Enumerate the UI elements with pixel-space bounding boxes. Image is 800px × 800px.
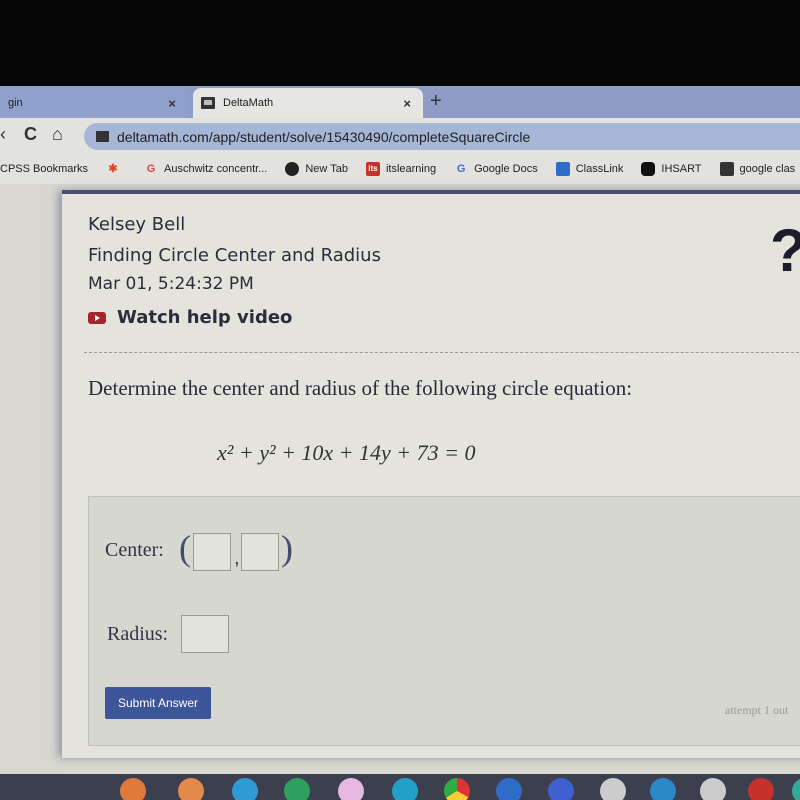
problem-prompt: Determine the center and radius of the f…: [88, 376, 633, 400]
center-x-input[interactable]: [193, 533, 231, 571]
screen-bezel: [0, 0, 800, 88]
submit-answer-button[interactable]: Submit Answer: [105, 687, 211, 719]
attempt-counter: attempt 1 out: [725, 703, 789, 717]
answer-area: Center: ( , ) Radius: Submit Answer atte…: [88, 496, 800, 746]
chrome-icon[interactable]: [444, 778, 470, 800]
back-icon[interactable]: ‹: [0, 124, 6, 145]
app-icon[interactable]: [792, 778, 800, 800]
card-top-border: [62, 190, 800, 194]
url-text: deltamath.com/app/student/solve/15430490…: [117, 128, 531, 145]
home-icon[interactable]: ⌂: [52, 124, 63, 145]
bookmark-label: IHSART: [661, 163, 702, 175]
bookmark-ihsart[interactable]: IHSART: [641, 162, 702, 176]
page-content: Kelsey Bell Finding Circle Center and Ra…: [0, 184, 800, 774]
bookmark-cpss[interactable]: CPSS Bookmarks: [0, 163, 88, 175]
new-tab-button[interactable]: +: [430, 90, 442, 113]
bookmark-itslearning[interactable]: its itslearning: [365, 162, 437, 176]
app-icon[interactable]: [284, 778, 310, 800]
hexagon-icon: [641, 162, 656, 176]
bookmark-new-tab[interactable]: New Tab: [285, 162, 348, 176]
classroom-icon: [719, 162, 734, 176]
bookmark-label: ClassLink: [575, 163, 624, 175]
open-paren: (: [179, 528, 191, 568]
globe-icon: [285, 162, 300, 176]
watch-help-video-link[interactable]: Watch help video: [88, 307, 292, 328]
deltamath-favicon-icon: [201, 97, 215, 109]
pinwheel-icon: ✱: [108, 163, 118, 175]
bookmark-pinwheel[interactable]: ✱: [106, 162, 126, 176]
tab-title: gin: [8, 97, 23, 109]
bookmark-auschwitz[interactable]: G Auschwitz concentr...: [144, 162, 268, 176]
tab-login[interactable]: gin ×: [0, 88, 188, 118]
app-icon[interactable]: [548, 778, 574, 800]
close-icon[interactable]: ×: [168, 96, 176, 111]
bookmark-label: Google Docs: [474, 163, 538, 175]
bookmark-classlink[interactable]: ClassLink: [555, 162, 624, 176]
page-info-icon[interactable]: [96, 131, 109, 142]
timestamp: Mar 01, 5:24:32 PM: [88, 274, 254, 294]
app-icon[interactable]: [496, 778, 522, 800]
google-icon: G: [146, 163, 156, 175]
radius-label: Radius:: [107, 623, 169, 645]
app-icon[interactable]: [338, 778, 364, 800]
problem-card: Kelsey Bell Finding Circle Center and Ra…: [62, 190, 800, 758]
help-question-icon[interactable]: ?: [770, 216, 800, 285]
comma: ,: [234, 547, 240, 569]
itslearning-app-icon[interactable]: [120, 778, 146, 800]
assignment-title: Finding Circle Center and Radius: [88, 245, 381, 266]
address-bar[interactable]: deltamath.com/app/student/solve/15430490…: [84, 123, 800, 150]
share-app-icon[interactable]: [178, 778, 204, 800]
app-icon[interactable]: [748, 778, 774, 800]
radius-input[interactable]: [181, 615, 229, 653]
bookmark-label: itslearning: [385, 163, 437, 175]
google-icon: G: [456, 163, 466, 175]
center-y-input[interactable]: [241, 533, 279, 571]
classlink-icon: [555, 162, 570, 176]
youtube-icon: [88, 311, 106, 324]
bookmark-google-docs[interactable]: G Google Docs: [454, 162, 538, 176]
close-paren: ): [281, 528, 293, 568]
bookmark-label: google clas: [739, 163, 796, 175]
bookmark-label: CPSS Bookmarks: [0, 163, 89, 175]
reload-icon[interactable]: C: [24, 124, 37, 145]
tab-deltamath[interactable]: DeltaMath ×: [193, 88, 423, 118]
os-shelf: [0, 774, 800, 800]
app-icon[interactable]: [392, 778, 418, 800]
tab-strip: gin × DeltaMath × +: [0, 86, 800, 118]
tab-title: DeltaMath: [223, 97, 274, 109]
app-icon[interactable]: [600, 778, 626, 800]
student-name: Kelsey Bell: [88, 214, 186, 235]
bookmark-label: Auschwitz concentr...: [164, 163, 268, 175]
bookmarks-bar: CPSS Bookmarks ✱ G Auschwitz concentr... …: [0, 154, 800, 184]
browser-toolbar: ‹ C ⌂ deltamath.com/app/student/solve/15…: [0, 118, 800, 154]
itslearning-icon: its: [365, 162, 380, 176]
circle-equation: x² + y² + 10x + 14y + 73 = 0: [217, 440, 476, 465]
app-icon[interactable]: [650, 778, 676, 800]
help-link-label: Watch help video: [117, 307, 293, 328]
app-icon[interactable]: [232, 778, 258, 800]
bookmark-label: New Tab: [305, 163, 348, 175]
dashed-divider: [84, 352, 800, 353]
bookmark-google-classroom[interactable]: google clas: [719, 162, 796, 176]
app-icon[interactable]: [700, 778, 726, 800]
close-icon[interactable]: ×: [403, 96, 411, 111]
center-label: Center:: [105, 539, 164, 561]
